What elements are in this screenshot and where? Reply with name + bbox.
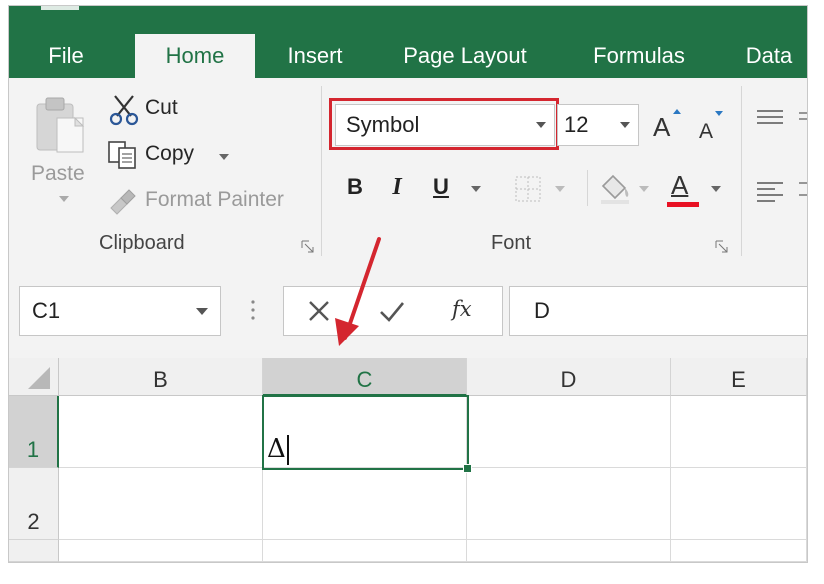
fill-color-button[interactable]: [597, 170, 657, 208]
cell-d2[interactable]: [467, 468, 671, 540]
home-ribbon: Paste Cut Copy Format Painter Clipboard …: [9, 78, 807, 269]
font-color-label: A: [671, 170, 689, 200]
borders-icon: [515, 176, 541, 202]
font-color-dropdown-icon[interactable]: [711, 186, 721, 192]
cell-e1[interactable]: [671, 396, 807, 468]
column-header-e[interactable]: E: [671, 358, 807, 396]
cell-b1[interactable]: [59, 396, 263, 468]
paint-bucket-icon: [601, 174, 629, 204]
font-size-value: 12: [564, 112, 589, 137]
cell-d3[interactable]: [467, 540, 671, 562]
scissors-icon: [109, 95, 139, 126]
borders-dropdown-icon[interactable]: [555, 186, 565, 192]
shrink-font-icon: A: [699, 111, 723, 143]
excel-window: File Home Insert Page Layout Formulas Da…: [8, 5, 808, 563]
formula-bar: C1 fx D: [9, 268, 807, 358]
cell-b2[interactable]: [59, 468, 263, 540]
align-middle-icon[interactable]: [797, 110, 808, 130]
name-box[interactable]: C1: [19, 286, 221, 336]
active-cell-text: Δ: [267, 434, 286, 464]
copy-label: Copy: [145, 142, 195, 165]
select-all-corner[interactable]: [9, 358, 59, 396]
tab-formulas[interactable]: Formulas: [577, 34, 701, 78]
paste-icon: [36, 97, 85, 153]
copy-button[interactable]: Copy: [107, 138, 241, 174]
svg-text:A: A: [699, 120, 713, 142]
active-cell-border: [262, 395, 469, 470]
fill-handle[interactable]: [463, 464, 472, 473]
ribbon-separator: [587, 170, 588, 206]
font-color-swatch: [667, 202, 699, 207]
format-painter-label: Format Painter: [145, 188, 284, 211]
cut-button[interactable]: Cut: [107, 92, 217, 128]
clipboard-group-label: Clipboard: [99, 232, 185, 254]
column-header-c[interactable]: C: [263, 358, 467, 396]
paste-label: Paste: [31, 162, 85, 185]
insert-function-icon[interactable]: fx: [452, 297, 472, 321]
borders-button[interactable]: [513, 172, 573, 206]
ribbon-tab-bar: File Home Insert Page Layout Formulas Da…: [9, 6, 807, 78]
align-left-icon[interactable]: [755, 180, 785, 202]
cell-c2[interactable]: [263, 468, 467, 540]
paintbrush-icon: [110, 189, 136, 215]
tab-insert[interactable]: Insert: [273, 34, 357, 78]
font-name-highlight: [329, 98, 559, 150]
cut-label: Cut: [145, 96, 178, 119]
cancel-icon[interactable]: [306, 298, 332, 324]
copy-dropdown-icon[interactable]: [219, 154, 229, 160]
cell-d1[interactable]: [467, 396, 671, 468]
decrease-font-size-button[interactable]: A: [697, 108, 727, 143]
worksheet-grid: B C D E 1 2 Δ: [9, 358, 807, 562]
cell-e3[interactable]: [671, 540, 807, 562]
paste-button[interactable]: Paste: [23, 92, 97, 202]
enter-check-icon[interactable]: [378, 298, 406, 324]
formula-bar-grip-icon[interactable]: [249, 298, 257, 322]
font-size-combo[interactable]: 12: [557, 104, 639, 146]
cell-c3[interactable]: [263, 540, 467, 562]
formula-buttons: fx: [283, 286, 503, 336]
column-header-d[interactable]: D: [467, 358, 671, 396]
ribbon-separator: [321, 86, 322, 256]
svg-text:A: A: [653, 112, 671, 142]
tab-page-layout[interactable]: Page Layout: [387, 34, 543, 78]
align-center-icon[interactable]: [797, 180, 808, 202]
window-grip: [41, 6, 79, 10]
cell-b3[interactable]: [59, 540, 263, 562]
tab-file[interactable]: File: [31, 34, 101, 78]
font-group-label: Font: [491, 232, 532, 254]
tab-home[interactable]: Home: [135, 34, 255, 78]
font-dialog-launcher-icon[interactable]: [715, 240, 729, 254]
text-cursor: [287, 435, 289, 465]
formula-input[interactable]: D: [509, 286, 807, 336]
row-header-2[interactable]: 2: [9, 468, 59, 540]
format-painter-button[interactable]: Format Painter: [107, 184, 307, 220]
select-all-triangle-icon: [28, 367, 50, 389]
grow-font-icon: A: [653, 109, 681, 142]
font-color-button[interactable]: A: [665, 170, 725, 210]
font-size-dropdown-icon[interactable]: [620, 122, 630, 128]
copy-icon: [108, 141, 136, 169]
row-header-1[interactable]: 1: [9, 396, 59, 468]
row-header-3[interactable]: [9, 540, 59, 562]
column-header-b[interactable]: B: [59, 358, 263, 396]
clipboard-dialog-launcher-icon[interactable]: [301, 240, 315, 254]
cell-e2[interactable]: [671, 468, 807, 540]
underline-dropdown-icon[interactable]: [471, 186, 481, 192]
paste-dropdown-icon[interactable]: [59, 196, 69, 202]
name-box-value: C1: [32, 298, 61, 323]
formula-input-value: D: [534, 298, 550, 323]
bold-button[interactable]: B: [341, 174, 369, 200]
align-top-icon[interactable]: [755, 108, 785, 128]
name-box-dropdown-icon[interactable]: [196, 308, 208, 315]
fill-color-dropdown-icon[interactable]: [639, 186, 649, 192]
underline-button[interactable]: U: [427, 174, 455, 200]
italic-button[interactable]: I: [383, 174, 411, 201]
tab-data[interactable]: Data: [735, 34, 803, 78]
ribbon-separator: [741, 86, 742, 256]
increase-font-size-button[interactable]: A: [651, 106, 685, 142]
